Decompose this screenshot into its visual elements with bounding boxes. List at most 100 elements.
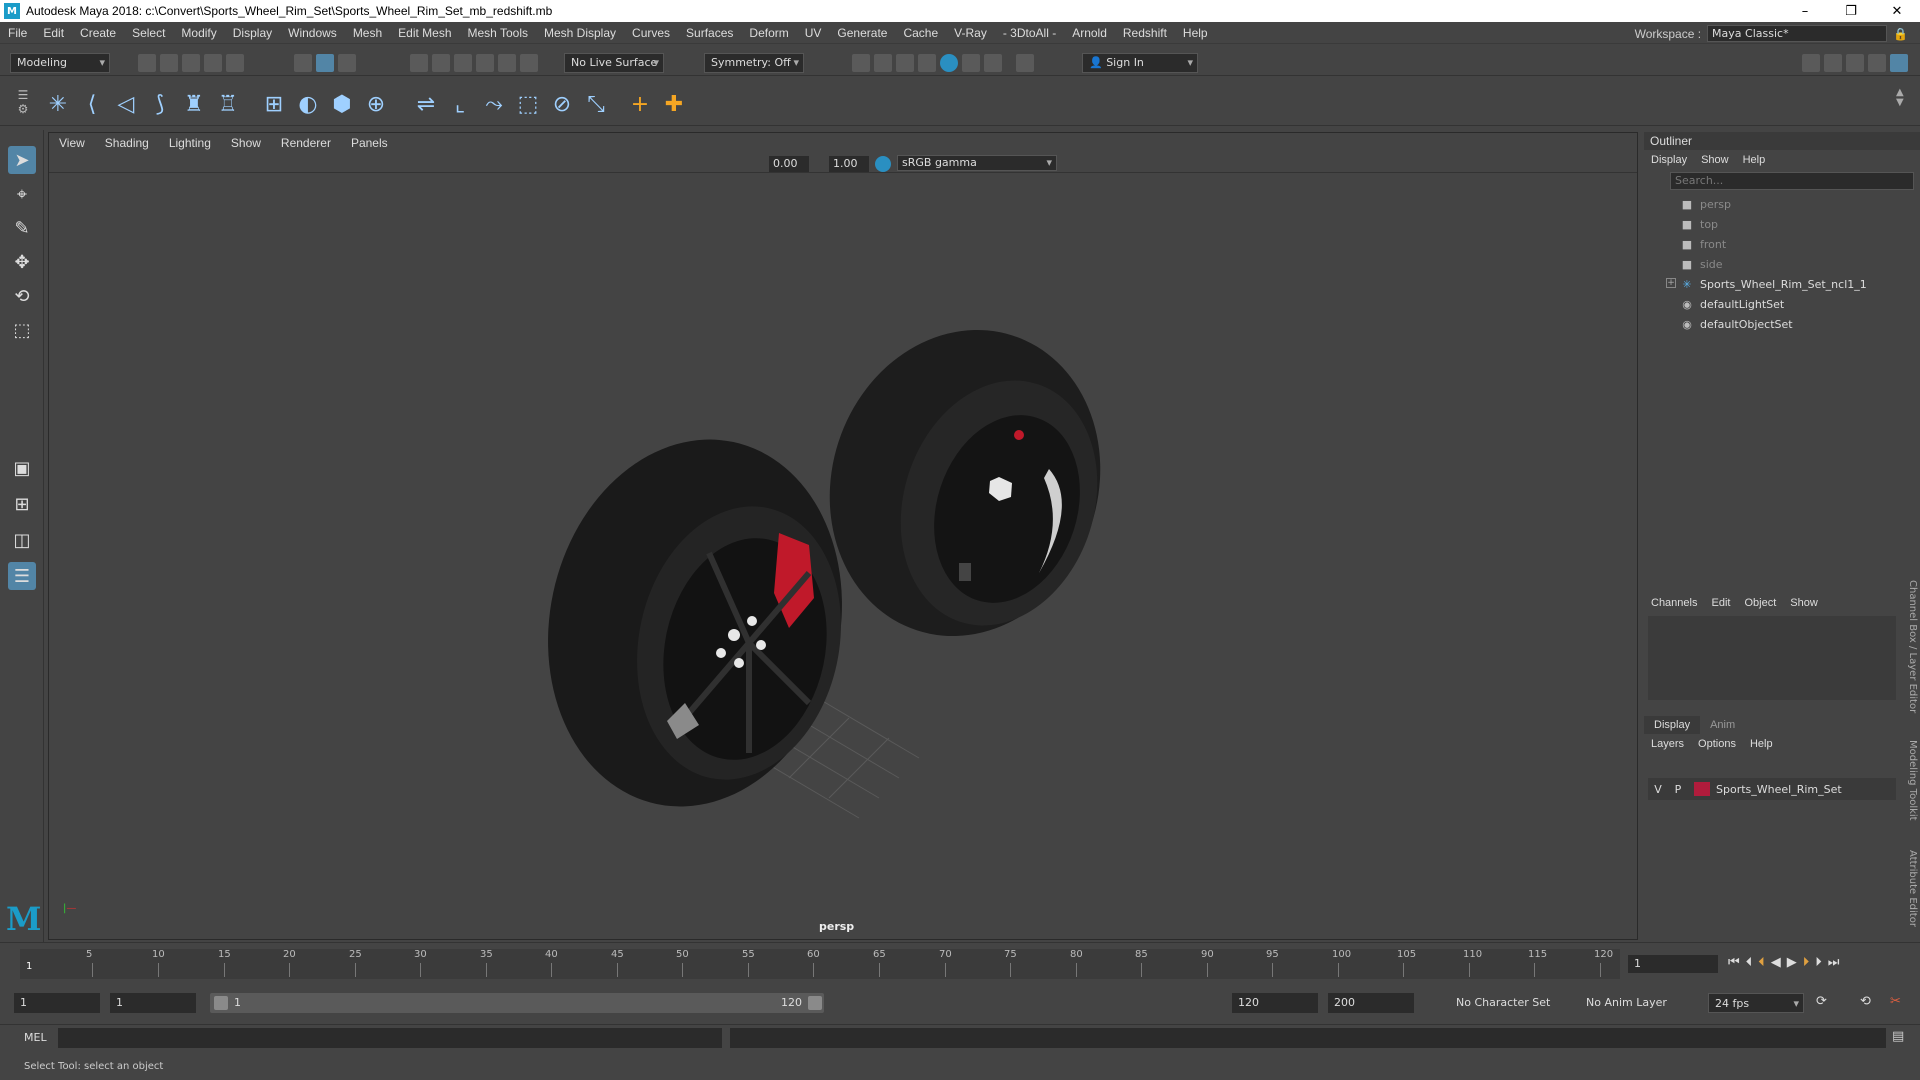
humanik-icon[interactable]: ♜ <box>180 90 208 118</box>
step-forward-key-icon[interactable]: ⏵ <box>1803 955 1810 970</box>
step-forward-icon[interactable]: ⏵ <box>1815 955 1822 970</box>
workspace-dropdown[interactable]: Maya Classic* <box>1707 25 1888 42</box>
anim-layer-dropdown[interactable]: No Anim Layer <box>1580 993 1688 1013</box>
menu-redshift[interactable]: Redshift <box>1115 26 1175 40</box>
outliner-item[interactable]: ■ top <box>1644 214 1920 234</box>
auto-key-icon[interactable]: ⟲ <box>1860 994 1871 1009</box>
playback-start-field[interactable]: 1 <box>110 993 196 1013</box>
go-to-start-icon[interactable]: ⏮ <box>1728 955 1740 970</box>
menu-arnold[interactable]: Arnold <box>1064 26 1115 40</box>
menu-set-dropdown[interactable]: Modeling <box>10 53 110 73</box>
maximize-icon[interactable]: ❐ <box>1828 0 1874 22</box>
time-slider-bar[interactable]: 1 5 10 15 20 25 30 35 40 45 50 55 60 65 70 75 80 85 90 95 1… <box>20 949 1620 979</box>
ik-handle-icon[interactable]: ◁ <box>112 90 140 118</box>
ipr-render-icon[interactable] <box>896 54 914 72</box>
outliner-item[interactable]: ■ front <box>1644 234 1920 254</box>
render-frame-icon[interactable] <box>874 54 892 72</box>
range-start-handle[interactable] <box>214 996 228 1010</box>
menu-mesh-tools[interactable]: Mesh Tools <box>460 26 536 40</box>
menu-cache[interactable]: Cache <box>895 26 946 40</box>
side-tab-modeling-toolkit[interactable]: Modeling Toolkit <box>1907 740 1918 821</box>
outliner-menu-help[interactable]: Help <box>1736 154 1773 166</box>
rotate-tool-icon[interactable]: ⟲ <box>8 282 36 310</box>
light-editor-icon[interactable] <box>984 54 1002 72</box>
save-scene-icon[interactable] <box>182 54 200 72</box>
tab-anim[interactable]: Anim <box>1700 716 1745 734</box>
symmetry-dropdown[interactable]: Symmetry: Off <box>704 53 804 73</box>
render-settings-icon[interactable] <box>918 54 936 72</box>
open-scene-icon[interactable] <box>160 54 178 72</box>
play-backward-icon[interactable]: ◀ <box>1771 955 1781 970</box>
outliner-layout-icon[interactable]: ☰ <box>8 562 36 590</box>
loop-icon[interactable]: ⟳ <box>1816 994 1827 1009</box>
constraint-parent-icon[interactable]: ⤡ <box>582 90 610 118</box>
layer-color-swatch[interactable] <box>1694 782 1710 796</box>
gamma-field[interactable]: 1.00 <box>829 156 869 172</box>
hypershade-icon[interactable] <box>940 54 958 72</box>
menu-modify[interactable]: Modify <box>173 26 224 40</box>
sign-in-dropdown[interactable]: 👤 Sign In <box>1082 53 1198 73</box>
side-tab-channel-box[interactable]: Channel Box / Layer Editor <box>1907 580 1918 713</box>
menu-display[interactable]: Display <box>225 26 280 40</box>
lasso-tool-icon[interactable]: ⌖ <box>8 180 36 208</box>
four-view-icon[interactable]: ⊞ <box>8 490 36 518</box>
menu-mesh-display[interactable]: Mesh Display <box>536 26 624 40</box>
menu-edit[interactable]: Edit <box>35 26 72 40</box>
layer-row[interactable]: V P Sports_Wheel_Rim_Set <box>1648 778 1896 800</box>
menu-generate[interactable]: Generate <box>829 26 895 40</box>
smooth-bind-icon[interactable]: ◐ <box>294 90 322 118</box>
layer-visibility-toggle[interactable]: V <box>1648 783 1668 796</box>
side-tab-attribute-editor[interactable]: Attribute Editor <box>1907 850 1918 927</box>
locator-icon[interactable]: + <box>626 90 654 118</box>
viewport-menu-shading[interactable]: Shading <box>95 136 159 150</box>
snap-curve-icon[interactable] <box>432 54 450 72</box>
channel-menu-channels[interactable]: Channels <box>1644 597 1704 609</box>
menu-file[interactable]: File <box>0 26 35 40</box>
outliner-menu-display[interactable]: Display <box>1644 154 1694 166</box>
range-slider-bar[interactable]: 1 120 <box>210 993 824 1013</box>
wrap-icon[interactable]: ⊕ <box>362 90 390 118</box>
constraint-orient-icon[interactable]: ⬚ <box>514 90 542 118</box>
cluster-icon[interactable]: ⇌ <box>412 90 440 118</box>
shelf-menu-icon[interactable]: ☰ ⚙ <box>14 88 32 118</box>
paint-select-icon[interactable]: ✎ <box>8 214 36 242</box>
layer-menu-layers[interactable]: Layers <box>1644 738 1691 750</box>
channel-menu-object[interactable]: Object <box>1737 597 1783 609</box>
step-back-key-icon[interactable]: ⏴ <box>1758 955 1765 970</box>
single-view-icon[interactable]: ▣ <box>8 454 36 482</box>
live-surface-field[interactable]: No Live Surface <box>564 53 664 73</box>
select-object-icon[interactable] <box>316 54 334 72</box>
two-view-icon[interactable]: ◫ <box>8 526 36 554</box>
menu-help[interactable]: Help <box>1175 26 1216 40</box>
viewport-scene[interactable]: |— persp <box>49 173 1637 939</box>
outliner-item[interactable]: ■ side <box>1644 254 1920 274</box>
outliner-item[interactable]: ■ persp <box>1644 194 1920 214</box>
render-view-icon[interactable] <box>852 54 870 72</box>
layout-toggle-icon[interactable] <box>1890 54 1908 72</box>
exposure-field[interactable]: 0.00 <box>769 156 809 172</box>
start-frame-field[interactable]: 1 <box>14 993 100 1013</box>
snap-pivot-icon[interactable] <box>520 54 538 72</box>
ik-spline-icon[interactable]: ⟆ <box>146 90 174 118</box>
expand-icon[interactable]: + <box>1666 278 1676 288</box>
command-input[interactable] <box>58 1028 722 1048</box>
locator-alt-icon[interactable]: ✚ <box>660 90 688 118</box>
scale-tool-icon[interactable]: ⬚ <box>8 316 36 344</box>
constraint-point-icon[interactable]: ⌞ <box>446 90 474 118</box>
channel-menu-show[interactable]: Show <box>1783 597 1825 609</box>
menu-curves[interactable]: Curves <box>624 26 678 40</box>
menu-mesh[interactable]: Mesh <box>345 26 390 40</box>
new-scene-icon[interactable] <box>138 54 156 72</box>
menu-create[interactable]: Create <box>72 26 124 40</box>
close-icon[interactable]: ✕ <box>1874 0 1920 22</box>
viewport-menu-renderer[interactable]: Renderer <box>271 136 341 150</box>
fps-dropdown[interactable]: 24 fps <box>1708 993 1804 1014</box>
snap-grid-icon[interactable] <box>410 54 428 72</box>
render-setup-icon[interactable] <box>962 54 980 72</box>
snap-surface-icon[interactable] <box>498 54 516 72</box>
modeling-toolkit-icon[interactable] <box>1802 54 1820 72</box>
playback-end-field[interactable]: 120 <box>1232 993 1318 1013</box>
undo-icon[interactable] <box>204 54 222 72</box>
snap-point-icon[interactable] <box>454 54 472 72</box>
outliner-menu-show[interactable]: Show <box>1694 154 1736 166</box>
